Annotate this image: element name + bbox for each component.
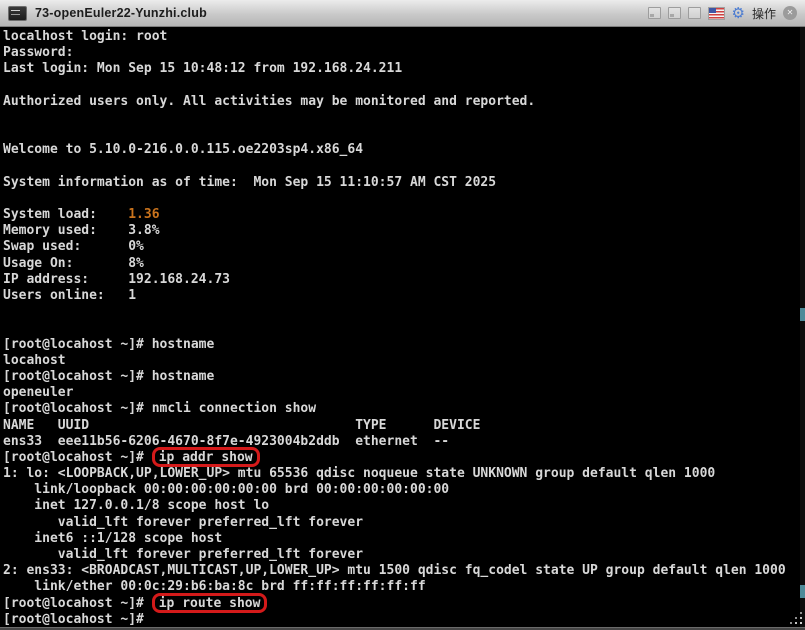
window-title: 73-openEuler22-Yunzhi.club: [35, 6, 207, 20]
resize-grip[interactable]: [789, 611, 802, 624]
terminal-text: valid_lft forever preferred_lft forever: [3, 547, 364, 562]
terminal-text: Memory used: 3.8%: [3, 223, 160, 239]
terminal-icon: [8, 5, 27, 21]
system-load-value: 1.36: [128, 207, 160, 223]
terminal-line: Welcome to 5.10.0-216.0.0.115.oe2203sp4.…: [3, 142, 805, 158]
terminal[interactable]: localhost login: root Password: Last login…: [0, 27, 805, 627]
terminal-line: 2: ens33: <BROADCAST,MULTICAST,UP,LOWER_…: [3, 563, 805, 579]
terminal-text: Welcome to 5.10.0-216.0.0.115.oe2203sp4.…: [3, 142, 364, 158]
terminal-text: [root@locahost ~]# hostname: [3, 336, 215, 352]
terminal-line: [root@locahost ~]# ip route show: [3, 592, 805, 613]
terminal-text: Usage On: 8%: [3, 255, 144, 271]
terminal-line: ens33 eee11b56-6206-4670-8f7e-4923004b2d…: [3, 434, 805, 450]
terminal-line: [root@locahost ~]# hostname: [3, 337, 805, 353]
terminal-line: valid_lft forever preferred_lft forever: [3, 515, 805, 531]
terminal-text: [root@locahost ~]#: [3, 449, 152, 465]
terminal-body: localhost login: root Password: Last login…: [3, 29, 805, 627]
terminal-text: NAME UUID TYPE DEVICE: [3, 417, 481, 433]
terminal-line: localhost login: root: [3, 29, 805, 45]
terminal-line: [root@locahost ~]#: [3, 612, 805, 627]
terminal-text: inet 127.0.0.1/8 scope host lo: [3, 498, 270, 514]
terminal-line: 1: lo: <LOOPBACK,UP,LOWER_UP> mtu 65536 …: [3, 466, 805, 482]
window-cascade-icon[interactable]: [667, 7, 681, 19]
terminal-line: Password:: [3, 45, 805, 61]
terminal-text: ens33 eee11b56-6206-4670-8f7e-4923004b2d…: [3, 433, 450, 449]
terminal-line: Swap used: 0%: [3, 239, 805, 255]
window-restore-icon[interactable]: [647, 7, 661, 19]
close-icon[interactable]: ✕: [783, 6, 797, 20]
terminal-text: System information as of time: Mon Sep 1…: [3, 174, 497, 190]
terminal-text: [root@locahost ~]# nmcli connection show: [3, 401, 317, 417]
highlighted-command: ip addr show: [151, 446, 260, 468]
scrollbar-marker-top[interactable]: [800, 308, 805, 321]
window-maximize-icon[interactable]: [687, 7, 701, 19]
terminal-text: inet6 ::1/128 scope host: [3, 530, 223, 546]
terminal-text: 1: lo: <LOOPBACK,UP,LOWER_UP> mtu 65536 …: [3, 466, 716, 482]
terminal-text: Last login: Mon Sep 15 10:48:12 from 192…: [3, 61, 403, 77]
terminal-text: locahost: [3, 352, 66, 368]
terminal-line: Last login: Mon Sep 15 10:48:12 from 192…: [3, 61, 805, 77]
terminal-text: [root@locahost ~]#: [3, 611, 144, 627]
terminal-line: openeuler: [3, 385, 805, 401]
terminal-text: openeuler: [3, 385, 74, 401]
terminal-line: Authorized users only. All activities ma…: [3, 94, 805, 110]
terminal-text: localhost login: root: [3, 29, 168, 44]
terminal-line: [root@locahost ~]# ip addr show: [3, 446, 805, 468]
titlebar-controls: ⚙ 操作 ✕: [647, 5, 797, 22]
terminal-text: Swap used: 0%: [3, 239, 144, 255]
highlighted-command: ip route show: [151, 592, 268, 613]
terminal-line: link/ether 00:0c:29:b6:ba:8c brd ff:ff:f…: [3, 579, 805, 595]
terminal-line: Memory used: 3.8%: [3, 223, 805, 239]
titlebar: 73-openEuler22-Yunzhi.club ⚙ 操作 ✕: [0, 0, 805, 27]
settings-gear-icon[interactable]: ⚙: [732, 5, 745, 21]
remote-console-window: 73-openEuler22-Yunzhi.club ⚙ 操作 ✕ localh…: [0, 0, 805, 630]
terminal-text: 2: ens33: <BROADCAST,MULTICAST,UP,LOWER_…: [3, 563, 786, 579]
terminal-text: System load:: [3, 207, 129, 223]
terminal-line: locahost: [3, 353, 805, 369]
terminal-text: Password:: [3, 45, 74, 61]
terminal-line: valid_lft forever preferred_lft forever: [3, 547, 805, 563]
terminal-text: link/loopback 00:00:00:00:00:00 brd 00:0…: [3, 482, 450, 498]
scrollbar-track[interactable]: [800, 27, 805, 627]
terminal-line: inet 127.0.0.1/8 scope host lo: [3, 498, 805, 514]
terminal-line: System load: 1.36: [3, 207, 805, 223]
actions-menu[interactable]: 操作: [752, 5, 776, 22]
terminal-line: [root@locahost ~]# hostname: [3, 369, 805, 385]
scrollbar-marker-bottom[interactable]: [800, 585, 805, 598]
terminal-line: Usage On: 8%: [3, 256, 805, 272]
terminal-line: IP address: 192.168.24.73: [3, 272, 805, 288]
terminal-text: [root@locahost ~]#: [3, 595, 152, 611]
terminal-text: link/ether 00:0c:29:b6:ba:8c brd ff:ff:f…: [3, 579, 426, 595]
terminal-line: [root@locahost ~]# nmcli connection show: [3, 401, 805, 417]
terminal-line: System information as of time: Mon Sep 1…: [3, 175, 805, 191]
keyboard-layout-flag-icon[interactable]: [707, 6, 725, 20]
terminal-text: IP address: 192.168.24.73: [3, 271, 230, 287]
terminal-text: [root@locahost ~]# hostname: [3, 368, 215, 384]
terminal-line: NAME UUID TYPE DEVICE: [3, 418, 805, 434]
terminal-text: Authorized users only. All activities ma…: [3, 93, 536, 109]
terminal-line: Users online: 1: [3, 288, 805, 304]
terminal-text: valid_lft forever preferred_lft forever: [3, 514, 364, 530]
terminal-text: Users online: 1: [3, 288, 137, 303]
terminal-line: link/loopback 00:00:00:00:00:00 brd 00:0…: [3, 482, 805, 498]
terminal-line: inet6 ::1/128 scope host: [3, 531, 805, 547]
